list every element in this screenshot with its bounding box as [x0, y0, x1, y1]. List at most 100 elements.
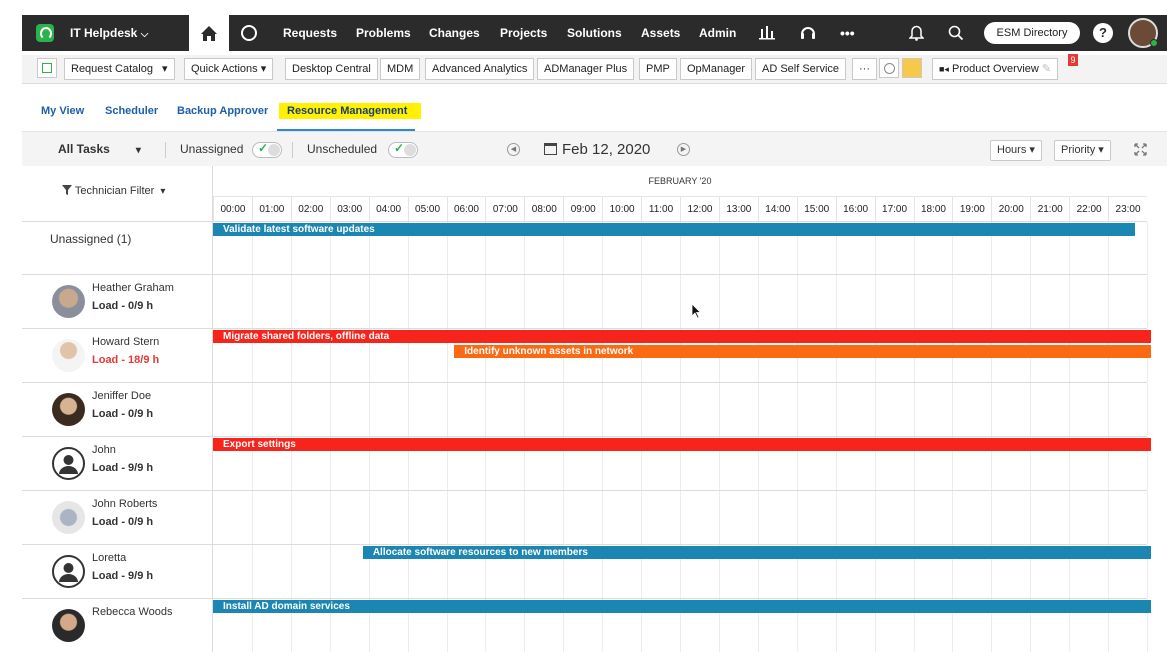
chevron-down-icon: ⌵	[140, 29, 149, 40]
technician-name[interactable]: Rebecca Woods	[92, 606, 173, 618]
reports-icon[interactable]	[759, 24, 775, 40]
check-icon: ✓	[394, 141, 405, 155]
tab-resource-management[interactable]: Resource Management	[287, 105, 407, 117]
task-bar[interactable]: Allocate software resources to new membe…	[362, 546, 1151, 559]
unscheduled-label: Unscheduled	[307, 142, 378, 156]
top-nav-bar: IT Helpdesk ⌵ Requests Problems Changes …	[22, 15, 1167, 51]
view-tabs: My View Scheduler Backup Approver Resour…	[22, 98, 1167, 131]
integration-toolbar: Request Catalog ▾ Quick Actions ▾ Deskto…	[22, 54, 1167, 84]
technician-filter-header: Technician Filter ▾	[22, 166, 213, 221]
help-button[interactable]: ?	[1093, 23, 1113, 43]
technician-filter-dropdown[interactable]: Technician Filter ▾	[62, 185, 165, 197]
pmp-link[interactable]: PMP	[639, 58, 677, 80]
technician-load: Load - 0/9 h	[92, 300, 154, 312]
grid-line	[913, 491, 915, 544]
notes-icon[interactable]	[902, 58, 922, 78]
grid-line	[407, 491, 409, 544]
home-button[interactable]	[189, 15, 229, 51]
app-switcher[interactable]: IT Helpdesk ⌵	[70, 15, 148, 51]
task-bar[interactable]: Identify unknown assets in network	[454, 345, 1151, 358]
hour-label: 21:00	[1030, 197, 1069, 222]
row-label-cell: Jeniffer Doe Load - 0/9 h	[22, 383, 213, 436]
expand-icon[interactable]	[1134, 143, 1147, 156]
previous-date-button[interactable]: ◀	[507, 143, 520, 156]
grid-line	[407, 383, 409, 436]
technician-row: John Roberts Load - 0/9 h	[22, 490, 1148, 544]
grid-line	[446, 275, 448, 328]
toolbar-overflow-button[interactable]: ···	[852, 58, 877, 80]
mdm-link[interactable]: MDM	[380, 58, 421, 80]
priority-dropdown[interactable]: Priority ▾	[1054, 140, 1111, 161]
technician-name[interactable]: Howard Stern	[92, 336, 159, 348]
task-bar[interactable]: Migrate shared folders, offline data	[213, 330, 1151, 343]
technician-load: Load - 0/9 h	[92, 516, 154, 528]
task-bar[interactable]: Export settings	[213, 438, 1151, 451]
hours-dropdown[interactable]: Hours ▾	[990, 140, 1042, 161]
technician-name[interactable]: John	[92, 444, 116, 456]
hour-label: 07:00	[485, 197, 524, 222]
grid-line	[1030, 491, 1032, 544]
tab-scheduler[interactable]: Scheduler	[105, 105, 158, 117]
grid-line	[641, 491, 643, 544]
esm-directory-button[interactable]: ESM Directory	[984, 22, 1080, 44]
chevron-down-icon: ▾	[1029, 144, 1035, 156]
nav-projects[interactable]: Projects	[500, 15, 547, 51]
nav-solutions[interactable]: Solutions	[567, 15, 622, 51]
grid-line	[680, 491, 681, 544]
technician-load: Load - 18/9 h	[92, 354, 160, 366]
tab-my-view[interactable]: My View	[41, 105, 84, 117]
headset-icon[interactable]	[800, 24, 816, 41]
tab-backup-approver[interactable]: Backup Approver	[177, 105, 268, 117]
grid-line	[952, 275, 954, 328]
technician-name[interactable]: Loretta	[92, 552, 126, 564]
nav-requests[interactable]: Requests	[283, 15, 337, 51]
task-bar[interactable]: Install AD domain services	[213, 600, 1151, 613]
grid-line	[1108, 275, 1110, 328]
technician-name[interactable]: Heather Graham	[92, 282, 174, 294]
next-date-button[interactable]: ▶	[677, 143, 690, 156]
ad-self-service-link[interactable]: AD Self Service	[755, 58, 847, 80]
catalog-icon[interactable]	[37, 58, 57, 78]
grid-line	[641, 275, 643, 328]
grid-line	[991, 383, 993, 436]
task-bar[interactable]: Validate latest software updates	[213, 223, 1136, 236]
chevron-down-icon: ▾	[1098, 144, 1104, 156]
nav-assets[interactable]: Assets	[641, 15, 680, 51]
request-catalog-button[interactable]: Request Catalog ▾	[64, 58, 175, 80]
hour-label: 17:00	[874, 197, 914, 222]
more-menu[interactable]: •••	[840, 15, 855, 51]
quick-actions-button[interactable]: Quick Actions ▾	[184, 58, 274, 80]
grid-line	[524, 383, 526, 436]
grid-line	[329, 545, 331, 598]
hour-label: 01:00	[251, 197, 291, 222]
grid-line	[251, 275, 253, 328]
admanager-plus-link[interactable]: ADManager Plus	[537, 58, 635, 80]
advanced-analytics-link[interactable]: Advanced Analytics	[425, 58, 535, 80]
search-icon[interactable]	[948, 25, 964, 41]
grid-line	[563, 383, 565, 436]
dashboard-icon[interactable]	[241, 25, 257, 41]
pin-icon: ✎	[1041, 63, 1052, 75]
unassigned-toggle[interactable]: ✓	[252, 141, 282, 158]
desktop-central-link[interactable]: Desktop Central	[285, 58, 378, 80]
unscheduled-toggle[interactable]: ✓	[388, 141, 418, 158]
grid-line	[835, 275, 837, 328]
technician-name[interactable]: Jeniffer Doe	[92, 390, 151, 402]
nav-admin[interactable]: Admin	[699, 15, 736, 51]
row-label-cell: Rebecca Woods	[22, 599, 213, 652]
nav-changes[interactable]: Changes	[429, 15, 480, 51]
grid-line	[835, 383, 837, 436]
history-icon[interactable]	[879, 58, 899, 78]
grid-line	[368, 491, 370, 544]
hour-label: 14:00	[757, 197, 797, 222]
opmanager-link[interactable]: OpManager	[680, 58, 753, 80]
product-overview-button[interactable]: ■◂ Product Overview ✎	[932, 58, 1059, 80]
default-user-icon	[52, 447, 85, 480]
nav-problems[interactable]: Problems	[356, 15, 411, 51]
technician-load: Load - 9/9 h	[92, 462, 154, 474]
task-filter-dropdown[interactable]: All Tasks ▾	[58, 132, 141, 167]
chevron-down-icon: ▾	[160, 186, 166, 197]
bell-icon[interactable]	[909, 24, 924, 41]
grid-line	[796, 275, 798, 328]
technician-name[interactable]: John Roberts	[92, 498, 157, 510]
